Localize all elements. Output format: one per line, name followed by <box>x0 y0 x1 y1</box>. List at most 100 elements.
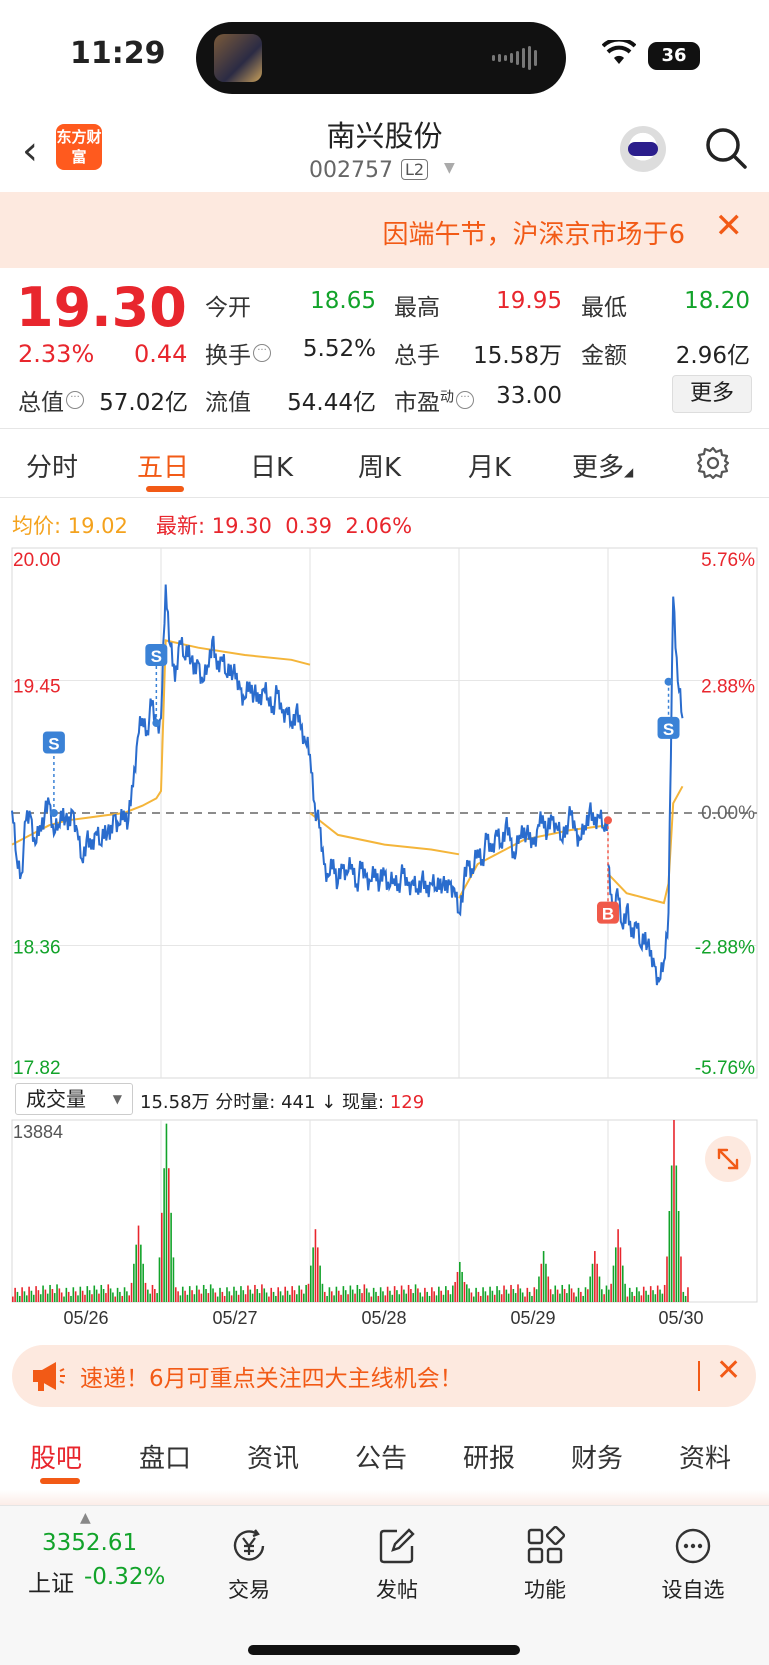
nav-watchlist[interactable]: 设自选 <box>648 1526 738 1604</box>
volume-bar <box>389 1290 391 1302</box>
caret-up-icon[interactable]: ▲ <box>80 1510 91 1526</box>
tab-daily-k[interactable]: 日K <box>250 447 293 484</box>
volume-bar <box>503 1285 505 1302</box>
volume-bar <box>510 1284 512 1302</box>
volume-value: 15.58万 <box>473 343 562 369</box>
assistant-robot-icon[interactable] <box>620 126 666 172</box>
nav-trade[interactable]: 交易 <box>204 1526 294 1604</box>
y-left-tick: 18.36 <box>13 938 61 959</box>
y-right-tick: -2.88% <box>695 938 755 959</box>
open-value: 18.65 <box>310 288 376 314</box>
volume-bar <box>226 1287 228 1302</box>
volume-bar <box>25 1295 28 1302</box>
tab-intraday[interactable]: 分时 <box>26 447 78 484</box>
caret-down-icon[interactable]: ▼ <box>444 160 455 176</box>
promo-banner[interactable]: 速递！6月可重点关注四大主线机会！ ✕ <box>12 1345 756 1407</box>
tab-guba[interactable]: 股吧 <box>30 1438 82 1475</box>
volume-bar <box>151 1284 154 1302</box>
trade-markers: S S B S <box>42 643 680 924</box>
volume-bar <box>284 1286 286 1302</box>
float-label: 流值 <box>205 390 251 416</box>
info-dots-icon[interactable]: ··· <box>66 391 84 409</box>
tab-news[interactable]: 资讯 <box>247 1438 299 1475</box>
volume-bar <box>461 1271 463 1302</box>
index-name[interactable]: 上证 <box>28 1564 74 1598</box>
nav-post[interactable]: 发帖 <box>352 1526 442 1604</box>
volume-bar <box>207 1293 210 1302</box>
volume-bar <box>365 1288 368 1302</box>
volume-bar <box>603 1294 605 1302</box>
five-day-chart[interactable]: S S B S 20.00 19.45 18.36 17.82 5.76% 2.88% 0.00%… <box>0 546 769 1326</box>
volume-bar <box>342 1286 345 1302</box>
volume-bar <box>428 1295 431 1302</box>
volume-bar <box>645 1290 647 1302</box>
volume-bar <box>51 1289 54 1302</box>
volume-bar <box>186 1294 189 1302</box>
volume-bar <box>49 1284 51 1302</box>
volume-bar <box>561 1284 564 1302</box>
volume-bar <box>391 1294 394 1302</box>
volume-bar <box>228 1291 231 1302</box>
tab-five-day[interactable]: 五日 <box>137 447 189 484</box>
level2-badge[interactable]: L2 <box>401 159 429 180</box>
tab-announcements[interactable]: 公告 <box>355 1438 407 1475</box>
volume-bar <box>181 1286 184 1302</box>
volume-bar <box>79 1286 82 1302</box>
info-dots-icon[interactable]: ··· <box>253 344 271 362</box>
home-indicator <box>248 1645 520 1655</box>
indicator-select[interactable]: 成交量 ▼ <box>15 1083 133 1115</box>
volume-bar <box>545 1263 547 1302</box>
gear-icon[interactable] <box>696 446 730 480</box>
open-label: 今开 <box>205 295 251 321</box>
volume-bar <box>74 1291 77 1302</box>
tab-weekly-k[interactable]: 周K <box>358 447 401 484</box>
turnover-label[interactable]: 换手 ··· <box>205 336 271 370</box>
volume-bar <box>382 1291 384 1302</box>
volume-bar <box>86 1286 89 1302</box>
volume-bar <box>405 1293 408 1302</box>
pe-label[interactable]: 市盈动 ··· <box>394 383 474 417</box>
tab-more[interactable]: 更多◢ <box>572 447 633 484</box>
close-icon[interactable]: ✕ <box>716 1353 741 1388</box>
x-date-label: 05/28 <box>361 1308 406 1326</box>
volume-bar <box>193 1294 196 1302</box>
volume-bar <box>554 1285 557 1302</box>
turnover-value: 5.52% <box>302 336 376 362</box>
volume-bar <box>361 1293 363 1302</box>
volume-bar <box>102 1289 105 1302</box>
expand-icon[interactable] <box>705 1136 751 1182</box>
tab-finance[interactable]: 财务 <box>571 1438 623 1475</box>
volume-bar <box>559 1293 561 1302</box>
mktcap-label[interactable]: 总值 ··· <box>18 383 84 417</box>
index-change[interactable]: -0.32% <box>84 1564 165 1590</box>
notice-banner[interactable]: 因端午节，沪深京市场于6 ✕ <box>0 192 769 268</box>
volume-bar <box>358 1289 361 1302</box>
volume-bar <box>340 1294 342 1302</box>
volume-bar <box>424 1287 426 1302</box>
volume-bar <box>58 1288 61 1302</box>
tab-profile[interactable]: 资料 <box>679 1438 731 1475</box>
dynamic-island[interactable] <box>196 22 566 94</box>
volume-bar <box>354 1293 356 1302</box>
info-dots-icon[interactable]: ··· <box>456 391 474 409</box>
volume-bar <box>63 1296 65 1302</box>
nav-functions-label: 功能 <box>524 1578 566 1602</box>
nav-functions[interactable]: 功能 <box>500 1525 590 1604</box>
more-quote-button[interactable]: 更多 <box>672 375 752 413</box>
close-icon[interactable]: ✕ <box>715 206 744 246</box>
volume-bar <box>486 1295 489 1302</box>
volume-bar <box>547 1276 550 1302</box>
volume-bar <box>282 1295 284 1302</box>
volume-bar <box>535 1289 538 1302</box>
volume-bar <box>410 1289 412 1302</box>
index-value[interactable]: 3352.61 <box>42 1530 137 1556</box>
x-date-label: 05/27 <box>212 1308 257 1326</box>
volume-bar <box>109 1288 112 1302</box>
tab-research[interactable]: 研报 <box>463 1438 515 1475</box>
search-icon[interactable] <box>704 126 748 170</box>
volume-bar <box>489 1286 491 1302</box>
tab-monthly-k[interactable]: 月K <box>468 447 511 484</box>
volume-bar <box>626 1296 629 1302</box>
volume-bar <box>233 1286 235 1302</box>
tab-pankou[interactable]: 盘口 <box>139 1438 191 1475</box>
